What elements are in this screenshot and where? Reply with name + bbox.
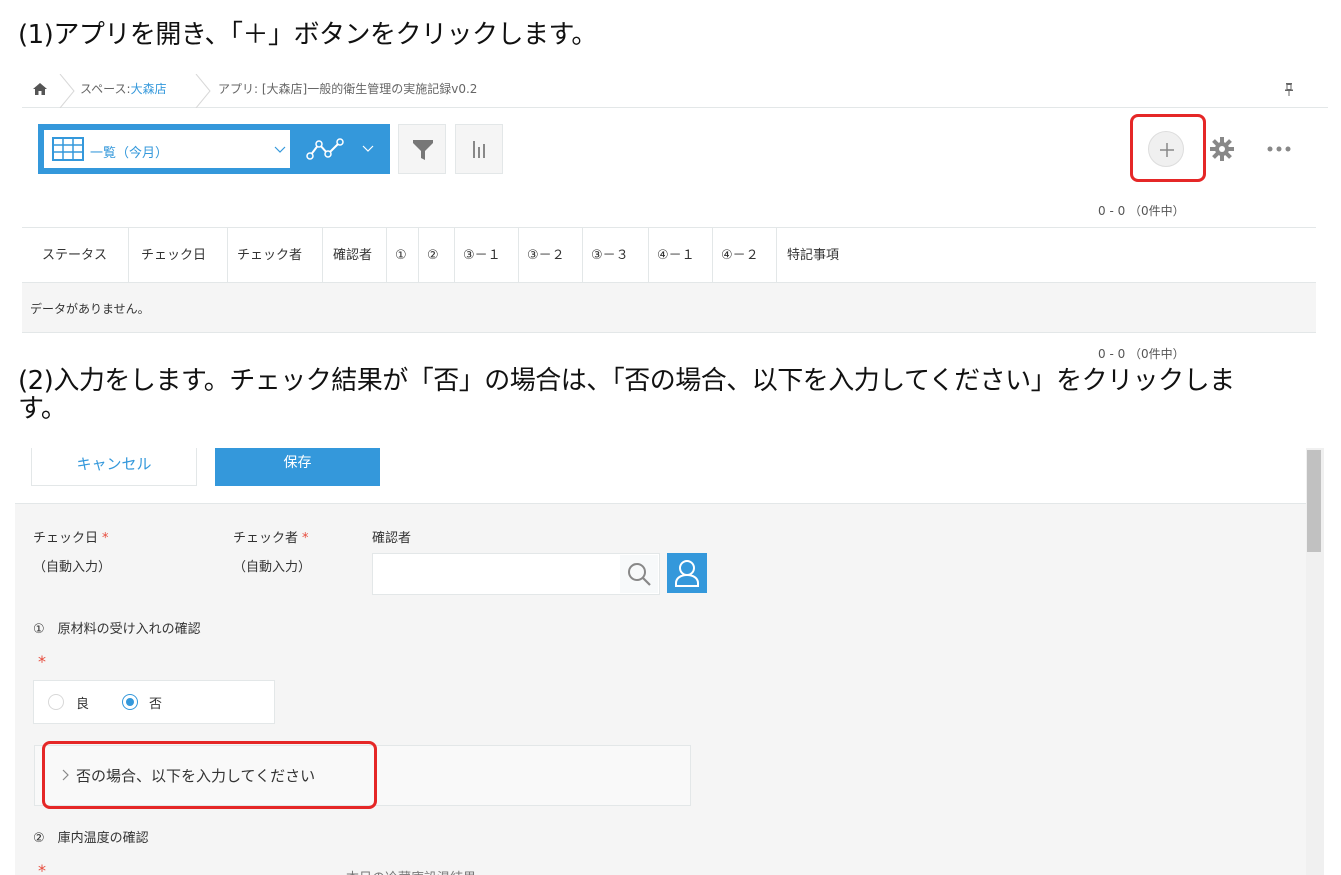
breadcrumb-space-link[interactable]: 大森店: [131, 82, 167, 96]
chart-button[interactable]: [455, 124, 503, 174]
breadcrumb-app: アプリ: [大森店]一般的衛生管理の実施記録v0.2: [218, 82, 478, 96]
section2-field-label: 本日の冷蔵庫設温結果: [346, 867, 476, 875]
graph-icon: [306, 138, 344, 160]
step2-heading-continued: す。: [18, 394, 67, 424]
empty-message: データがありません。: [30, 302, 150, 316]
section2-label: ② 庫内温度の確認: [33, 831, 149, 846]
column-header[interactable]: 特記事項: [776, 228, 1316, 284]
gear-icon[interactable]: [1209, 136, 1235, 162]
column-header[interactable]: 確認者: [322, 228, 386, 284]
required-mark: *: [302, 531, 309, 546]
step1-heading: (1)アプリを開き、「＋」ボタンをクリックします。: [18, 20, 597, 50]
check-date-value: （自動入力）: [33, 560, 112, 575]
column-header[interactable]: ②: [418, 228, 454, 284]
column-header-label: チェック者: [237, 248, 303, 263]
section1-label: ① 原材料の受け入れの確認: [33, 622, 201, 637]
cancel-button[interactable]: キャンセル: [31, 448, 197, 486]
breadcrumb: スペース:大森店 アプリ: [大森店]一般的衛生管理の実施記録v0.2: [22, 72, 1328, 108]
column-header[interactable]: チェック者: [227, 228, 323, 284]
user-icon: [675, 560, 699, 587]
column-header[interactable]: ③－１: [454, 228, 518, 284]
home-icon[interactable]: [32, 82, 48, 96]
column-header-label: ステータス: [42, 248, 108, 263]
column-header-label: 特記事項: [787, 248, 840, 263]
column-header-label: ③－２: [527, 248, 565, 263]
view-selector-label: 一覧（今月）: [90, 146, 169, 161]
more-icon[interactable]: [1266, 145, 1292, 153]
step2-heading: (2)入力をします。チェック結果が「否」の場合は、「否の場合、以下を入力してくだ…: [18, 366, 1235, 396]
column-header[interactable]: ③－２: [518, 228, 582, 284]
empty-row: データがありません。: [22, 283, 1316, 333]
radio-bad-label[interactable]: 否: [149, 693, 162, 712]
bar-chart-icon: [473, 141, 485, 158]
record-count-top: 0 - 0 （0件中）: [1098, 204, 1185, 218]
breadcrumb-separator: [59, 74, 75, 108]
record-form: [15, 448, 1306, 875]
table-view-icon: [52, 137, 84, 161]
section2-required-mark: *: [38, 861, 46, 875]
list-table-header: ステータス チェック日 チェック者 確認者 ① ② ③－１ ③－２ ③－３ ④－…: [22, 227, 1316, 284]
save-button[interactable]: 保存: [215, 448, 380, 486]
column-header-label: チェック日: [141, 248, 207, 263]
confirmer-input[interactable]: [372, 553, 660, 595]
column-header[interactable]: ③－３: [582, 228, 648, 284]
form-scrollbar-thumb[interactable]: [1307, 450, 1321, 552]
section1-radio-group: 良 否: [33, 680, 275, 724]
filter-button[interactable]: [398, 124, 446, 174]
column-header-label: ④－２: [721, 248, 759, 263]
breadcrumb-space[interactable]: スペース:大森店: [80, 80, 167, 97]
column-header[interactable]: ①: [386, 228, 418, 284]
column-header-label: ③－１: [463, 248, 501, 263]
breadcrumb-separator: [195, 74, 211, 108]
radio-bad[interactable]: [122, 694, 138, 710]
confirmer-search-button[interactable]: [620, 555, 658, 593]
check-date-label: チェック日 *: [33, 527, 109, 546]
checker-label-text: チェック者: [233, 531, 299, 546]
check-date-label-text: チェック日: [33, 531, 99, 546]
radio-good[interactable]: [48, 694, 64, 710]
column-header-label: 確認者: [333, 248, 373, 263]
column-header[interactable]: ④－２: [712, 228, 776, 284]
checker-value: （自動入力）: [233, 560, 312, 575]
column-header[interactable]: チェック日: [128, 228, 228, 284]
radio-good-label[interactable]: 良: [76, 693, 89, 712]
form-header: [15, 448, 1306, 504]
chevron-down-icon: [362, 145, 374, 152]
graph-selector[interactable]: [296, 124, 390, 174]
record-count-bottom: 0 - 0 （0件中）: [1098, 347, 1185, 361]
user-select-button[interactable]: [667, 553, 707, 593]
filter-icon: [413, 140, 433, 160]
column-header-label: ②: [427, 248, 439, 263]
column-header-label: ④－１: [657, 248, 695, 263]
breadcrumb-space-prefix: スペース:: [80, 82, 131, 96]
column-header-label: ①: [395, 248, 407, 263]
confirmer-label: 確認者: [372, 531, 412, 546]
column-header[interactable]: ステータス: [34, 228, 128, 284]
checker-label: チェック者 *: [233, 527, 309, 546]
highlight-frame: [1130, 114, 1206, 182]
chevron-down-icon: [274, 146, 286, 153]
search-icon: [628, 563, 651, 586]
highlight-frame: [42, 741, 377, 809]
column-header-label: ③－３: [591, 248, 629, 263]
view-selector[interactable]: 一覧（今月）: [38, 124, 296, 174]
required-mark: *: [102, 531, 109, 546]
pin-icon[interactable]: [1284, 82, 1294, 96]
section1-required-mark: *: [38, 652, 46, 671]
column-header[interactable]: ④－１: [648, 228, 712, 284]
